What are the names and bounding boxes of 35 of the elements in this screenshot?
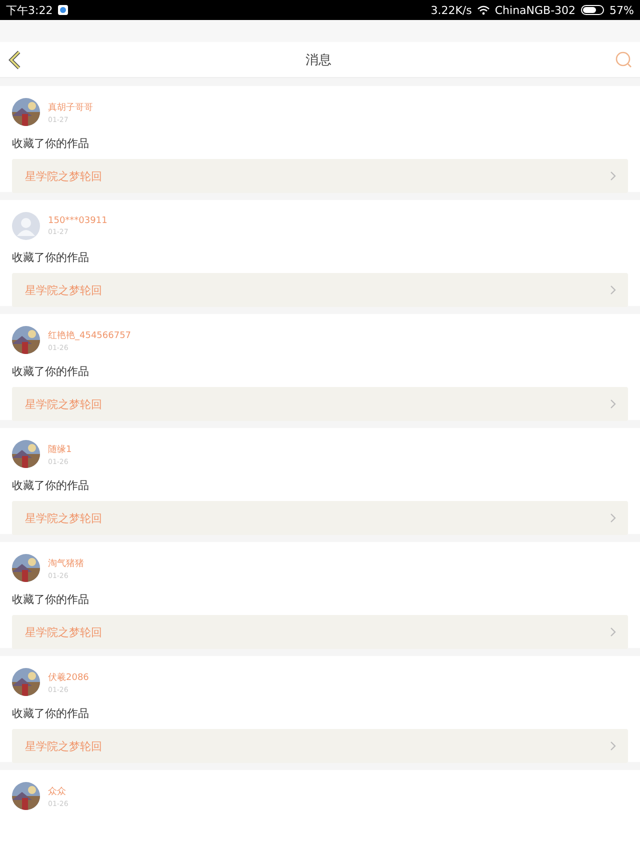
message-text: 收藏了你的作品 xyxy=(12,250,90,265)
battery-level: 57% xyxy=(610,4,634,16)
user-name[interactable]: 红艳艳_454566757 xyxy=(48,328,132,342)
user-name[interactable]: 淘气猪猪 xyxy=(48,556,84,570)
work-link[interactable]: 星学院之梦轮回 xyxy=(12,501,628,535)
message-text: 收藏了你的作品 xyxy=(12,136,90,151)
chevron-icon xyxy=(610,285,616,295)
chevron-icon xyxy=(610,627,616,637)
network-name: ChinaNGB-302 xyxy=(494,4,576,16)
work-link[interactable]: 星学院之梦轮回 xyxy=(12,273,628,307)
message-text: 收藏了你的作品 xyxy=(12,364,90,379)
time: 下午3:22 xyxy=(6,2,53,18)
chevron-icon xyxy=(610,399,616,409)
chevron-icon xyxy=(610,171,616,181)
back-icon[interactable] xyxy=(8,50,22,70)
battery-icon xyxy=(580,5,605,15)
work-link[interactable]: 星学院之梦轮回 xyxy=(12,387,628,421)
work-link[interactable]: 星学院之梦轮回 xyxy=(12,615,628,649)
user-name[interactable]: 伏羲2086 xyxy=(48,670,89,684)
message-text: 收藏了你的作品 xyxy=(12,706,90,721)
wifi-icon xyxy=(476,5,490,15)
chevron-icon xyxy=(610,513,616,523)
user-name[interactable]: 真胡子哥哥 xyxy=(48,100,93,114)
network-speed: 3.22K/s xyxy=(430,4,472,16)
chevron-icon xyxy=(610,741,616,751)
app-icon xyxy=(58,5,68,15)
message-text: 收藏了你的作品 xyxy=(12,592,90,607)
work-link[interactable]: 星学院之梦轮回 xyxy=(12,729,628,763)
avatar-icon xyxy=(12,212,40,240)
user-name[interactable]: 随缘1 xyxy=(48,442,72,456)
user-name[interactable]: 150***03911 xyxy=(48,216,108,226)
user-name[interactable]: 众众 xyxy=(48,784,68,798)
message-text: 收藏了你的作品 xyxy=(12,478,90,493)
page-title: 消息 xyxy=(306,52,332,68)
work-link[interactable]: 星学院之梦轮回 xyxy=(12,159,628,193)
